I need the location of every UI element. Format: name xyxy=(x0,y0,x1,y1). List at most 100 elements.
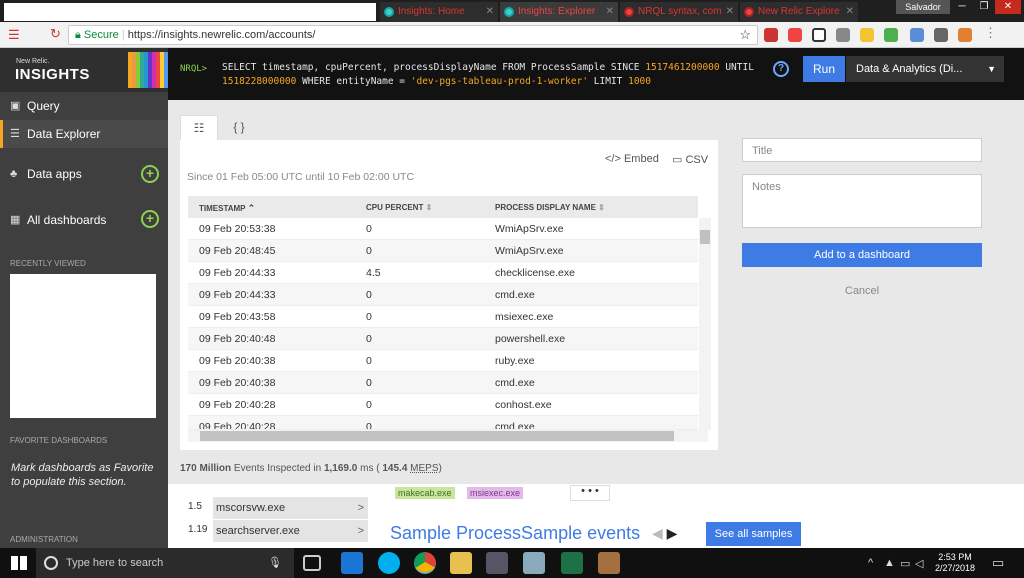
json-view-tab[interactable]: { } xyxy=(220,115,258,141)
blank-tab[interactable] xyxy=(4,3,376,21)
cell-process-name: powershell.exe xyxy=(495,333,566,345)
sample-events-title: Sample ProcessSample events xyxy=(390,523,641,543)
extension-icon[interactable] xyxy=(958,28,972,42)
menu-icon[interactable]: ☰ xyxy=(8,27,20,43)
add-data-app-button[interactable]: + xyxy=(141,165,159,183)
horizontal-scroll-thumb[interactable] xyxy=(200,431,674,441)
bookmark-star-icon[interactable]: ☆ xyxy=(739,26,751,44)
help-icon[interactable]: ? xyxy=(773,61,789,77)
windows-start-icon[interactable] xyxy=(11,556,27,570)
insights-logo[interactable]: New Relic. INSIGHTS xyxy=(0,48,168,92)
extension-icon[interactable] xyxy=(860,28,874,42)
account-label: Data & Analytics (Di... xyxy=(856,63,963,75)
extension-icon[interactable] xyxy=(788,28,802,42)
previous-arrow-icon[interactable]: ◀ xyxy=(652,525,663,541)
run-button[interactable]: Run xyxy=(803,56,845,82)
network-app-icon[interactable] xyxy=(486,552,508,574)
reload-icon[interactable]: ↻ xyxy=(50,26,61,42)
notes-textarea[interactable]: Notes xyxy=(742,174,982,228)
see-all-samples-button[interactable]: See all samples xyxy=(706,522,801,546)
add-dashboard-button[interactable]: + xyxy=(141,210,159,228)
skype-icon[interactable] xyxy=(378,552,400,574)
bar-name: searchserver.exe xyxy=(216,525,300,537)
tab-new-relic-explorer[interactable]: New Relic Explore ✕ xyxy=(740,2,858,22)
cell-process-name: cmd.exe xyxy=(495,421,535,430)
close-tab-icon[interactable]: ✕ xyxy=(486,2,494,22)
bar-name-button[interactable]: searchserver.exe > xyxy=(213,520,368,542)
nrql-query-input[interactable]: SELECT timestamp, cpuPercent, processDis… xyxy=(222,61,772,89)
embed-button[interactable]: </> Embed xyxy=(605,153,659,165)
account-selector[interactable]: Data & Analytics (Di... ▼ xyxy=(846,56,1004,82)
tab-insights-home[interactable]: Insights: Home ✕ xyxy=(380,2,498,22)
maximize-icon[interactable]: ❐ xyxy=(973,0,995,14)
file-explorer-icon[interactable] xyxy=(450,552,472,574)
task-view-icon[interactable] xyxy=(303,555,321,571)
sidebar-item-query[interactable]: ▣ Query xyxy=(0,92,168,120)
cell-process-name: checklicense.exe xyxy=(495,267,575,279)
dashboards-icon: ▦ xyxy=(10,214,21,226)
cell-timestamp: 09 Feb 20:40:28 xyxy=(199,421,276,430)
close-tab-icon[interactable]: ✕ xyxy=(726,2,734,22)
notepad-icon[interactable] xyxy=(523,552,545,574)
extension-icon[interactable] xyxy=(934,28,948,42)
more-options-icon[interactable]: ⋮ xyxy=(984,25,997,41)
tab-label: Insights: Home xyxy=(398,6,465,17)
tab-insights-explorer[interactable]: Insights: Explorer ✕ xyxy=(500,2,618,22)
bar-name-button[interactable]: mscorsvw.exe > xyxy=(213,497,368,519)
tableau-icon[interactable] xyxy=(598,552,620,574)
process-tag[interactable]: msiexec.exe xyxy=(467,487,524,499)
recently-viewed-heading: RECENTLY VIEWED xyxy=(10,259,86,268)
chrome-icon[interactable] xyxy=(414,552,436,574)
table-row: 09 Feb 20:40:48 0 powershell.exe xyxy=(188,328,698,350)
network-icon[interactable]: ▭ xyxy=(900,557,910,570)
url-bar[interactable]: 🔒︎ Secure | https://insights.newrelic.co… xyxy=(68,25,758,45)
extension-icon[interactable] xyxy=(836,28,850,42)
vertical-scrollbar[interactable] xyxy=(699,218,711,430)
tab-label: NRQL syntax, com xyxy=(638,6,722,17)
newrelic-favicon-icon xyxy=(744,7,754,17)
close-tab-icon[interactable]: ✕ xyxy=(606,2,614,22)
nrql-prompt: NRQL> xyxy=(180,64,208,74)
user-profile-button[interactable]: Salvador xyxy=(896,0,950,14)
extension-icon[interactable] xyxy=(910,28,924,42)
extension-icon[interactable] xyxy=(812,28,826,42)
adblock-icon[interactable] xyxy=(764,28,778,42)
outlook-icon[interactable] xyxy=(341,552,363,574)
tray-chevron-up-icon[interactable]: ^ xyxy=(868,557,873,569)
taskbar-search[interactable]: Type here to search 🎙︎ xyxy=(36,548,294,578)
column-header-cpu-percent[interactable]: CPU PERCENT ⇕ xyxy=(366,203,432,212)
column-header-timestamp[interactable]: TIMESTAMP ⌃ xyxy=(199,203,255,214)
minimize-icon[interactable]: ─ xyxy=(951,0,973,14)
events-count: 170 Million xyxy=(180,463,232,474)
volume-icon[interactable]: ◁ xyxy=(915,557,923,570)
chevron-right-icon: > xyxy=(357,525,364,537)
table-view-tab[interactable]: ☷ xyxy=(180,115,218,141)
time-range-text: Since 01 Feb 05:00 UTC until 10 Feb 02:0… xyxy=(187,171,415,183)
vertical-scroll-thumb[interactable] xyxy=(700,230,710,244)
title-input[interactable]: Title xyxy=(742,138,982,162)
table-row: 09 Feb 20:44:33 4.5 checklicense.exe xyxy=(188,262,698,284)
administration-heading[interactable]: ADMINISTRATION xyxy=(10,535,78,544)
notifications-icon[interactable]: ▭ xyxy=(992,555,1004,571)
process-tag[interactable]: makecab.exe xyxy=(395,487,455,499)
system-clock[interactable]: 2:53 PM 2/27/2018 xyxy=(935,552,975,574)
column-header-process-name[interactable]: PROCESS DISPLAY NAME ⇕ xyxy=(495,203,605,212)
next-arrow-icon[interactable]: ▶ xyxy=(667,525,678,541)
more-button[interactable]: • • • xyxy=(570,485,610,501)
sidebar-item-data-explorer[interactable]: ☰ Data Explorer xyxy=(0,120,168,148)
duration-ms: 1,169.0 xyxy=(323,463,358,474)
table-row: 09 Feb 20:53:38 0 WmiApSrv.exe xyxy=(188,218,698,240)
extension-icon[interactable] xyxy=(884,28,898,42)
cancel-button[interactable]: Cancel xyxy=(742,285,982,297)
add-to-dashboard-button[interactable]: Add to a dashboard xyxy=(742,243,982,267)
microphone-icon[interactable]: 🎙︎ xyxy=(268,548,282,578)
meps-label[interactable]: MEPS xyxy=(410,463,438,474)
csv-button[interactable]: ▭ CSV xyxy=(672,153,708,166)
column-label: CPU PERCENT xyxy=(366,203,424,212)
tab-nrql-syntax[interactable]: NRQL syntax, com ✕ xyxy=(620,2,738,22)
close-window-icon[interactable]: ✕ xyxy=(995,0,1021,14)
excel-icon[interactable] xyxy=(561,552,583,574)
bar-name: mscorsvw.exe xyxy=(216,502,286,514)
tray-app-icon[interactable]: ▲ xyxy=(884,557,895,569)
close-tab-icon[interactable]: ✕ xyxy=(846,2,854,22)
